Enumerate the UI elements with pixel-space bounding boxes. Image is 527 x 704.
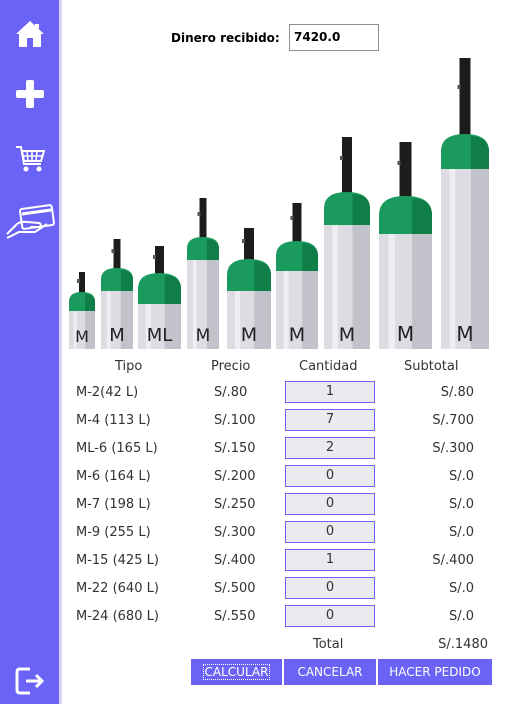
- cylinder-label: ML: [146, 325, 173, 346]
- row-precio: S/.200: [214, 469, 256, 484]
- cylinder-label: M: [396, 322, 415, 346]
- cart-icon: [14, 143, 46, 175]
- oxygen-cylinder: ML: [138, 246, 181, 349]
- quantity-field[interactable]: 0: [285, 605, 375, 627]
- sidebar-item-add[interactable]: [0, 71, 59, 117]
- cylinder-label: M: [240, 324, 258, 346]
- row-precio: S/.250: [214, 497, 256, 512]
- cylinder-label: M: [75, 327, 89, 346]
- header-subtotal: Subtotal: [404, 359, 459, 374]
- row-tipo: M-6 (164 L): [76, 469, 151, 484]
- row-precio: S/.300: [214, 525, 256, 540]
- row-precio: S/.150: [214, 441, 256, 456]
- cylinder-label: M: [109, 325, 125, 346]
- row-tipo: M-15 (425 L): [76, 553, 159, 568]
- quantity-field[interactable]: 1: [285, 381, 375, 403]
- row-tipo: M-2(42 L): [76, 385, 139, 400]
- home-icon: [14, 18, 46, 50]
- row-precio: S/.550: [214, 609, 256, 624]
- cylinder-graphic: [379, 142, 432, 349]
- sidebar-item-payment[interactable]: [0, 199, 59, 245]
- oxygen-cylinder: M: [69, 272, 95, 349]
- header-cantidad: Cantidad: [299, 359, 358, 374]
- sidebar-divider: [59, 0, 62, 704]
- row-subtotal: S/.0: [448, 581, 474, 596]
- quantity-field[interactable]: 2: [285, 437, 375, 459]
- row-tipo: M-22 (640 L): [76, 581, 159, 596]
- quantity-field[interactable]: 1: [285, 549, 375, 571]
- received-input[interactable]: 7420.0: [289, 24, 379, 51]
- row-subtotal: S/.0: [448, 609, 474, 624]
- row-subtotal: S/.80: [440, 385, 474, 400]
- cylinder-label: M: [456, 322, 474, 346]
- oxygen-cylinder: M: [276, 203, 318, 349]
- received-label: Dinero recibido:: [171, 31, 280, 45]
- row-subtotal: S/.0: [448, 497, 474, 512]
- row-tipo: ML-6 (165 L): [76, 441, 158, 456]
- row-tipo: M-24 (680 L): [76, 609, 159, 624]
- row-precio: S/.400: [214, 553, 256, 568]
- header-precio: Precio: [211, 359, 251, 374]
- row-subtotal: S/.700: [432, 413, 474, 428]
- oxygen-cylinder: M: [101, 239, 133, 349]
- cancelar-label: CANCELAR: [297, 665, 363, 679]
- sidebar-item-cart[interactable]: [0, 136, 59, 182]
- oxygen-cylinder: M: [324, 137, 370, 349]
- cylinder-label: M: [288, 324, 306, 346]
- quantity-field[interactable]: 0: [285, 465, 375, 487]
- cylinder-label: M: [195, 326, 211, 346]
- cancelar-button[interactable]: CANCELAR: [284, 659, 376, 685]
- total-value: S/.1480: [438, 637, 488, 652]
- row-precio: S/.100: [214, 413, 256, 428]
- cylinder-graphic: [441, 58, 489, 349]
- oxygen-cylinder: M: [441, 58, 489, 349]
- cylinder-graphic: [324, 137, 370, 349]
- row-subtotal: S/.300: [432, 441, 474, 456]
- payment-card-icon: [5, 204, 55, 240]
- total-label: Total: [313, 637, 344, 652]
- logout-icon: [14, 665, 46, 697]
- quantity-field[interactable]: 0: [285, 521, 375, 543]
- row-tipo: M-7 (198 L): [76, 497, 151, 512]
- header-tipo: Tipo: [115, 359, 143, 374]
- oxygen-cylinder: M: [187, 198, 219, 349]
- logout-button[interactable]: [0, 658, 59, 704]
- row-precio: S/.500: [214, 581, 256, 596]
- row-subtotal: S/.0: [448, 525, 474, 540]
- sidebar-item-home[interactable]: [0, 11, 59, 57]
- sidebar: [0, 0, 59, 704]
- oxygen-cylinder: M: [227, 228, 271, 349]
- row-tipo: M-4 (113 L): [76, 413, 151, 428]
- row-subtotal: S/.0: [448, 469, 474, 484]
- calcular-label: CALCULAR: [202, 664, 271, 680]
- quantity-field[interactable]: 0: [285, 493, 375, 515]
- quantity-field[interactable]: 7: [285, 409, 375, 431]
- row-tipo: M-9 (255 L): [76, 525, 151, 540]
- plus-icon: [14, 78, 46, 110]
- row-subtotal: S/.400: [432, 553, 474, 568]
- hacer-pedido-button[interactable]: HACER PEDIDO: [378, 659, 492, 685]
- cylinder-label: M: [338, 324, 356, 346]
- quantity-field[interactable]: 0: [285, 577, 375, 599]
- calcular-button[interactable]: CALCULAR: [191, 659, 282, 685]
- oxygen-cylinder: M: [379, 142, 432, 349]
- hacer-pedido-label: HACER PEDIDO: [389, 665, 481, 679]
- row-precio: S/.80: [214, 385, 248, 400]
